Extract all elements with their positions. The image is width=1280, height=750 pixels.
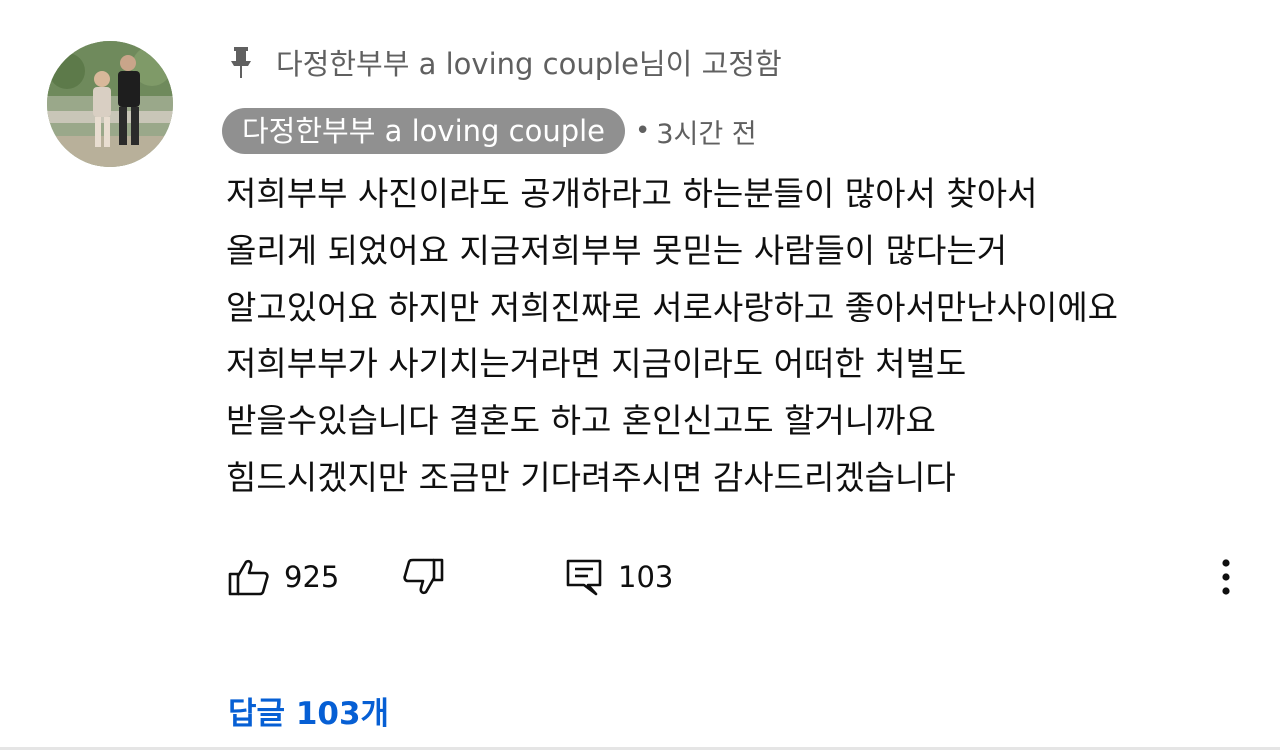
- more-vert-icon[interactable]: [1216, 555, 1236, 599]
- comment-header: 다정한부부 a loving couple • 3시간 전: [222, 108, 757, 154]
- thumbs-down-icon[interactable]: [402, 557, 444, 597]
- comment-line: 저희부부가 사기치는거라면 지금이라도 어떠한 처벌도: [226, 344, 967, 384]
- comment-line: 받을수있습니다 결혼도 하고 혼인신고도 할거니까요: [226, 401, 936, 441]
- thumbs-up-icon[interactable]: [228, 557, 270, 597]
- reply-count: 103: [618, 560, 674, 594]
- separator-dot: •: [635, 116, 651, 146]
- comment-action-bar: 925 103: [228, 553, 1248, 601]
- comment-time[interactable]: 3시간 전: [656, 112, 756, 151]
- pin-icon: [228, 45, 254, 79]
- comment-screen: 다정한부부 a loving couple님이 고정함 다정한부부 a lovi…: [0, 0, 1280, 750]
- comment-body: 저희부부 사진이라도 공개하라고 하는분들이 많아서 찾아서 올리게 되었어요 …: [226, 166, 1266, 507]
- reply-comment-icon[interactable]: [564, 557, 604, 597]
- comment-line: 올리게 되었어요 지금저희부부 못믿는 사람들이 많다는거: [226, 230, 1008, 270]
- comment-line: 힘드시겠지만 조금만 기다려주시면 감사드리겠습니다: [226, 457, 956, 497]
- author-name-chip[interactable]: 다정한부부 a loving couple: [222, 108, 626, 154]
- view-replies-link[interactable]: 답글 103개: [228, 688, 389, 733]
- pinned-indicator: 다정한부부 a loving couple님이 고정함: [228, 44, 782, 81]
- like-count: 925: [284, 560, 340, 594]
- comment-line: 저희부부 사진이라도 공개하라고 하는분들이 많아서 찾아서: [226, 174, 1038, 213]
- avatar[interactable]: [47, 41, 173, 167]
- comment-line: 알고있어요 하지만 저희진짜로 서로사랑하고 좋아서만난사이에요: [226, 287, 1119, 327]
- pinned-text: 다정한부부 a loving couple님이 고정함: [276, 47, 782, 81]
